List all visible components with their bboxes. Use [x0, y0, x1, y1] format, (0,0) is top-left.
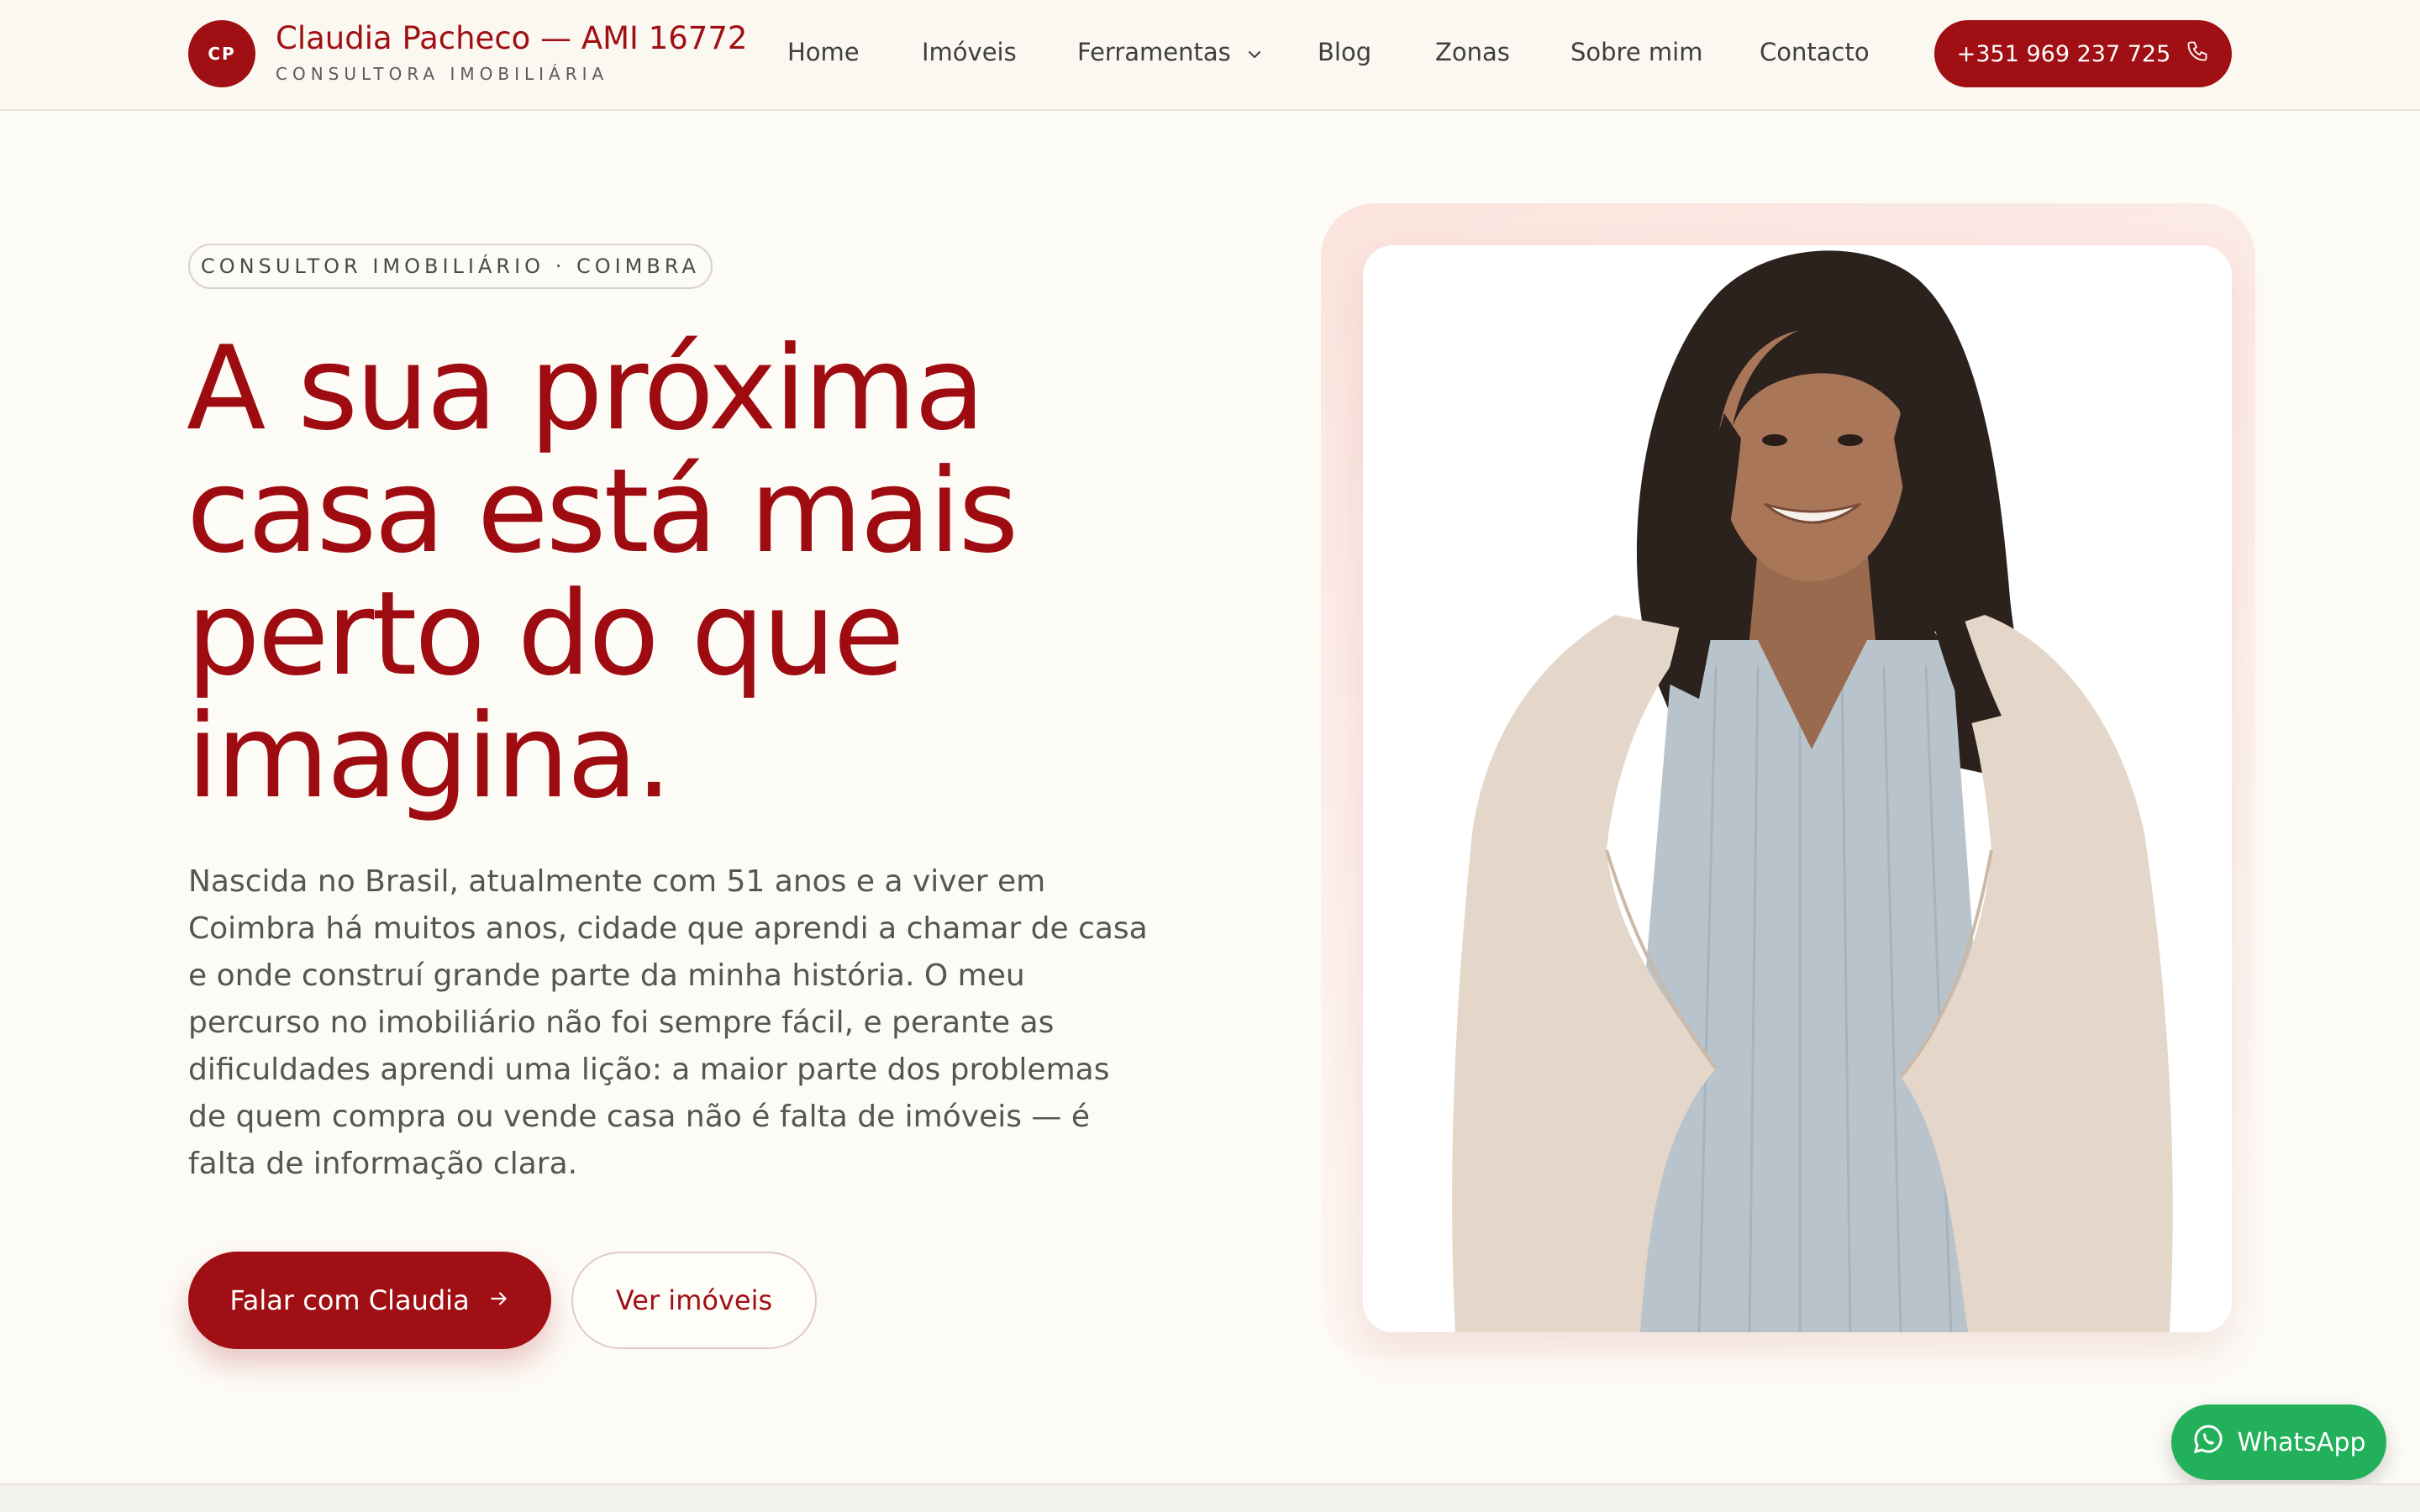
portrait-illustration — [1363, 245, 2232, 1332]
headline-line: A sua próxima — [187, 321, 986, 456]
phone-label: +351 969 237 725 — [1956, 40, 2171, 67]
nav-item-blog[interactable]: Blog — [1318, 37, 1371, 67]
phone-icon — [2186, 39, 2209, 69]
nav-item-home[interactable]: Home — [787, 37, 860, 67]
lead-line: percurso no imobiliário não foi sempre f… — [188, 1005, 1055, 1040]
brand-name[interactable]: Claudia Pacheco — AMI 16772 — [276, 20, 747, 56]
talk-to-claudia-button[interactable]: Falar com Claudia — [188, 1252, 551, 1349]
hero-lead-paragraph: Nascida no Brasil, atualmente com 51 ano… — [188, 858, 1163, 1188]
headline-line: imagina. — [187, 689, 672, 824]
arrow-right-icon — [488, 1284, 510, 1316]
eyebrow-badge: CONSULTOR IMOBILIÁRIO · COIMBRA — [188, 244, 713, 289]
lead-line: falta de informação clara. — [188, 1147, 578, 1181]
headline-line: casa está mais — [187, 444, 1018, 579]
whatsapp-button[interactable]: WhatsApp — [2171, 1404, 2386, 1480]
consultant-photo — [1363, 245, 2232, 1332]
lead-line: de quem compra ou vende casa não é falta… — [188, 1100, 1091, 1134]
nav-item-contacto[interactable]: Contacto — [1760, 37, 1870, 67]
lead-line: Coimbra há muitos anos, cidade que apren… — [188, 911, 1148, 946]
whatsapp-icon — [2191, 1422, 2225, 1462]
cta-primary-label: Falar com Claudia — [229, 1284, 470, 1316]
lead-line: e onde construí grande parte da minha hi… — [188, 958, 1025, 993]
hero-headline: A sua próxima casa está mais perto do qu… — [187, 328, 1195, 818]
view-properties-button[interactable]: Ver imóveis — [571, 1252, 817, 1349]
chevron-down-icon — [1247, 39, 1262, 69]
phone-button[interactable]: +351 969 237 725 — [1934, 20, 2232, 87]
nav-item-zonas[interactable]: Zonas — [1435, 37, 1510, 67]
brand-subtitle: CONSULTORA IMOBILIÁRIA — [276, 64, 609, 84]
whatsapp-label: WhatsApp — [2237, 1427, 2366, 1457]
logo-badge[interactable]: CP — [188, 20, 255, 87]
lead-line: dificuldades aprendi uma lição: a maior … — [188, 1053, 1110, 1087]
next-section-edge — [0, 1483, 2420, 1512]
lead-line: Nascida no Brasil, atualmente com 51 ano… — [188, 864, 1046, 899]
nav-item-ferramentas[interactable]: Ferramentas — [1077, 37, 1262, 69]
nav-item-label: Ferramentas — [1077, 38, 1231, 66]
nav-item-imoveis[interactable]: Imóveis — [922, 37, 1017, 67]
nav-item-sobre-mim[interactable]: Sobre mim — [1570, 37, 1702, 67]
site-header: CP Claudia Pacheco — AMI 16772 CONSULTOR… — [0, 0, 2420, 111]
headline-line: perto do que — [187, 566, 905, 701]
